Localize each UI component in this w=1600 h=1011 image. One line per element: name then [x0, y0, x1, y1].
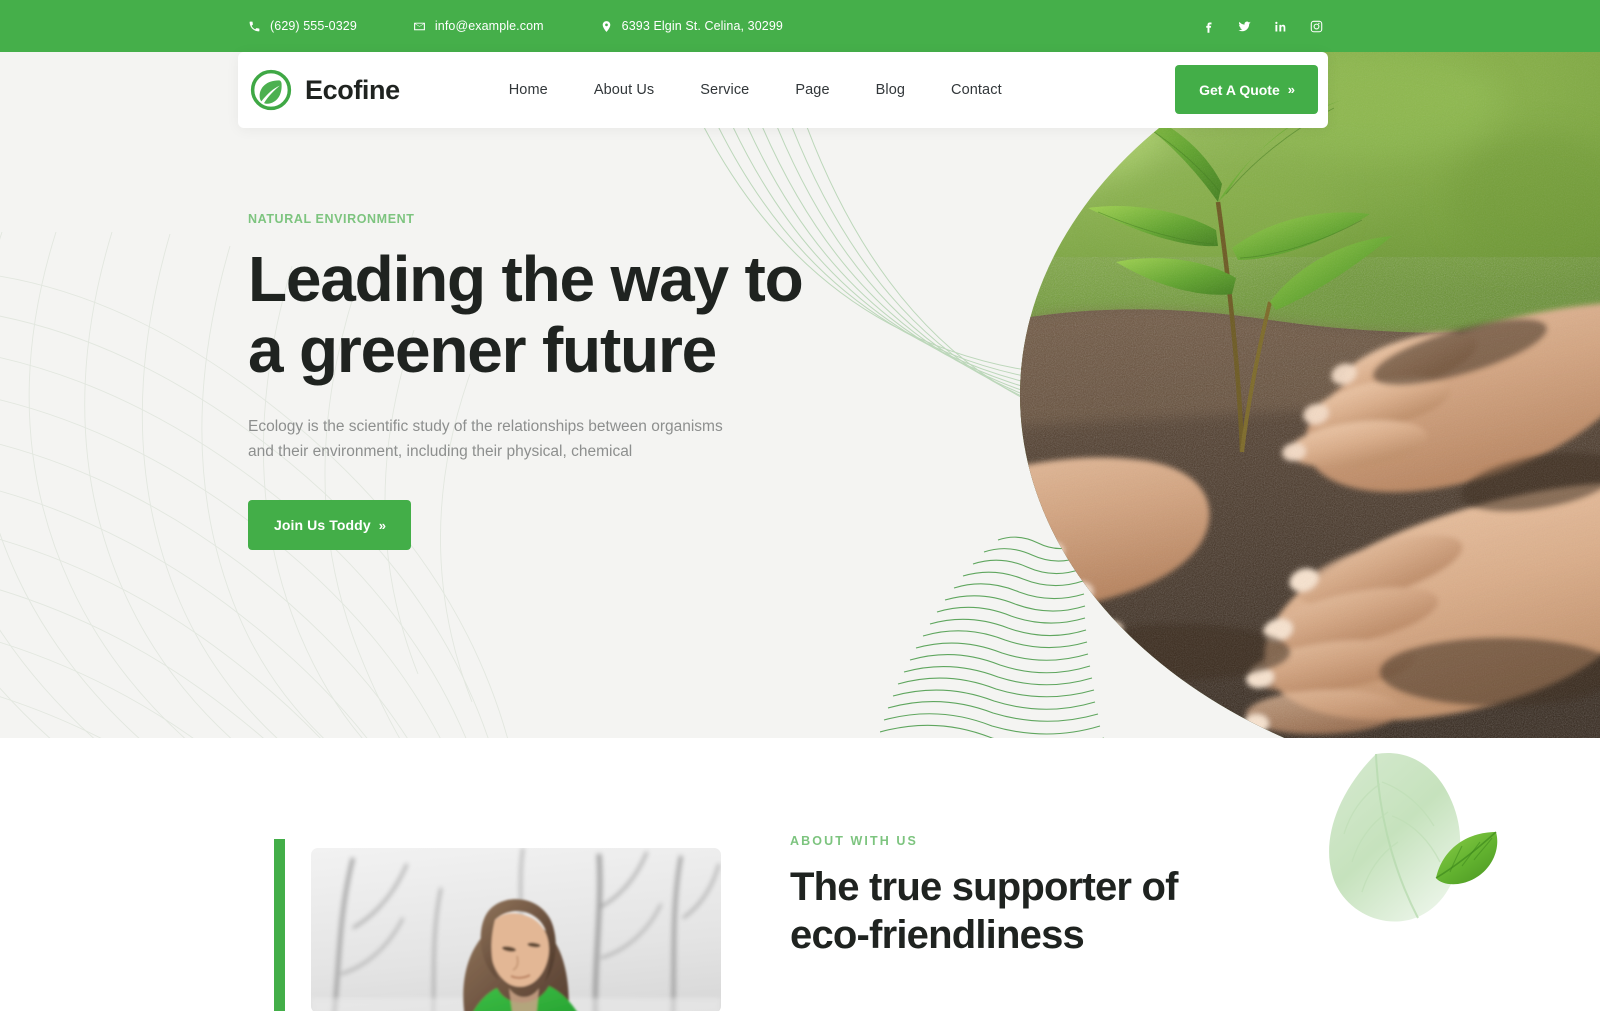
envelope-icon [413, 20, 426, 33]
phone-icon [248, 20, 261, 33]
small-leaf-icon [1435, 831, 1498, 885]
get-a-quote-label: Get A Quote [1199, 81, 1280, 98]
contact-address[interactable]: 6393 Elgin St. Celina, 30299 [600, 19, 783, 33]
twitter-icon[interactable] [1237, 19, 1252, 34]
contact-phone-text: (629) 555-0329 [270, 19, 357, 33]
brand-logo[interactable]: Ecofine [250, 69, 400, 111]
hero-eyebrow: NATURAL ENVIRONMENT [248, 212, 415, 226]
main-nav: Home About Us Service Page Blog Contact [486, 82, 1025, 98]
chevron-right-icon: » [378, 517, 386, 533]
hero-description: Ecology is the scientific study of the r… [248, 418, 723, 461]
nav-item-blog[interactable]: Blog [853, 82, 928, 98]
location-pin-icon [600, 20, 613, 33]
about-eyebrow: ABOUT WITH US [790, 834, 918, 848]
nav-item-service[interactable]: Service [677, 82, 772, 98]
green-accent-bar [274, 839, 285, 1011]
contact-address-text: 6393 Elgin St. Celina, 30299 [621, 19, 783, 33]
contact-phone[interactable]: (629) 555-0329 [248, 19, 357, 33]
about-title: The true supporter of eco-friendliness [790, 865, 1178, 957]
facebook-icon[interactable] [1201, 19, 1216, 34]
nav-item-home[interactable]: Home [486, 82, 571, 98]
join-us-button[interactable]: Join Us Toddy » [248, 500, 411, 551]
hero-section: NATURAL ENVIRONMENT Leading the way to a… [0, 52, 1600, 738]
get-a-quote-button[interactable]: Get A Quote » [1175, 65, 1318, 114]
instagram-icon[interactable] [1309, 19, 1324, 34]
contact-email-text: info@example.com [434, 19, 544, 33]
hero-title: Leading the way to a greener future [248, 243, 804, 387]
chevron-right-icon: » [1287, 82, 1295, 97]
social-links [1201, 0, 1324, 52]
site-header: Ecofine Home About Us Service Page Blog … [238, 52, 1328, 128]
about-image-group [274, 839, 721, 1011]
contact-email[interactable]: info@example.com [413, 19, 544, 33]
about-content: ABOUT WITH US The true supporter of eco-… [790, 834, 1350, 959]
nav-item-contact[interactable]: Contact [928, 82, 1025, 98]
linkedin-icon[interactable] [1273, 19, 1288, 34]
join-us-button-label: Join Us Toddy [274, 517, 371, 534]
nav-item-about-us[interactable]: About Us [571, 82, 677, 98]
hero-content: NATURAL ENVIRONMENT Leading the way to a… [248, 212, 888, 551]
brand-name: Ecofine [305, 74, 400, 105]
nav-item-page[interactable]: Page [772, 82, 852, 98]
about-image [311, 848, 721, 1011]
about-image-canvas [311, 848, 721, 1011]
contact-list: (629) 555-0329 info@example.com 6393 Elg… [248, 19, 783, 33]
hero-image-canvas [1020, 52, 1600, 738]
about-section: ABOUT WITH US The true supporter of eco-… [0, 738, 1600, 1011]
hero-image [1020, 52, 1600, 738]
top-contact-bar: (629) 555-0329 info@example.com 6393 Elg… [0, 0, 1600, 52]
leaf-circle-logo-icon [250, 69, 292, 111]
landing-page: (629) 555-0329 info@example.com 6393 Elg… [0, 0, 1600, 1011]
